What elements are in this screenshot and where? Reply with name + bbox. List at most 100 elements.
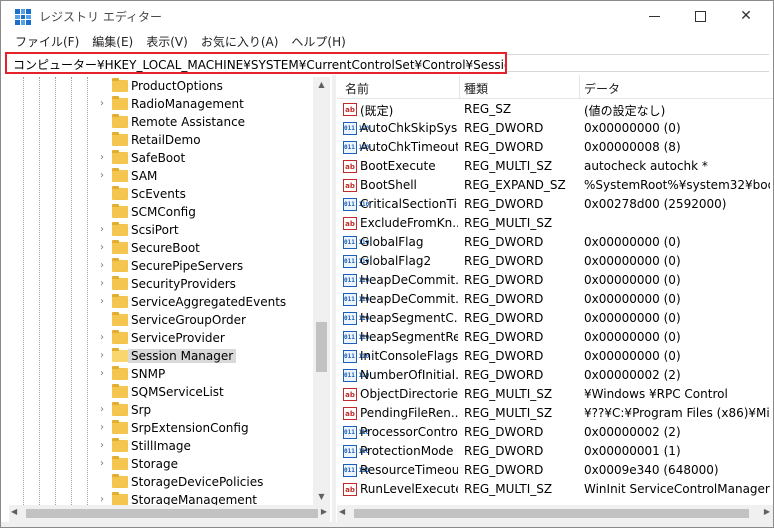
close-button[interactable]: ✕	[723, 1, 769, 31]
chevron-right-icon[interactable]: ›	[96, 278, 108, 290]
value-row[interactable]: 011 110ResourceTimeou... REG_DWORD 0x0009e…	[337, 461, 773, 480]
tree-item[interactable]: Remote Assistance	[9, 113, 329, 131]
tree-item[interactable]: › ServiceAggregatedEvents	[9, 293, 329, 311]
tree-item[interactable]: SCMConfig	[9, 203, 329, 221]
value-row[interactable]: ab BootShell REG_EXPAND_SZ %SystemRoot%¥sys…	[337, 176, 773, 195]
scroll-right-icon[interactable]: ▶	[764, 507, 770, 516]
chevron-right-icon[interactable]: ›	[96, 404, 108, 416]
tree-item[interactable]: StorageDevicePolicies	[9, 473, 329, 491]
scroll-left-icon[interactable]: ◀	[11, 507, 17, 516]
tree-horizontal-scrollbar[interactable]: ◀ ▶	[9, 505, 330, 522]
value-row[interactable]: 011 110 InitConsoleFlags REG_DWORD 0x000000…	[337, 347, 773, 366]
minimize-button[interactable]	[631, 1, 677, 31]
pane-splitter[interactable]	[332, 75, 336, 523]
address-bar-extension[interactable]	[507, 54, 769, 72]
value-row[interactable]: 011 110 AutoChkSkipSys... REG_DWORD 0x00000…	[337, 119, 773, 138]
chevron-right-icon[interactable]: ›	[96, 98, 108, 110]
chevron-right-icon[interactable]: ›	[96, 422, 108, 434]
tree-item[interactable]: › ScsiPort	[9, 221, 329, 239]
value-row[interactable]: ab ObjectDirectories REG_MULTI_SZ ¥Windows …	[337, 385, 773, 404]
chevron-right-icon[interactable]: ›	[96, 170, 108, 182]
chevron-right-icon[interactable]: ›	[96, 458, 108, 470]
value-row[interactable]: ab (既定) REG_SZ (値の設定なし)	[337, 100, 773, 119]
scroll-down-icon[interactable]: ▼	[313, 489, 330, 505]
chevron-right-icon[interactable]: ›	[96, 494, 108, 505]
address-bar[interactable]: コンピューター¥HKEY_LOCAL_MACHINE¥SYSTEM¥Curren…	[5, 52, 507, 74]
binary-value-icon: 011 110	[343, 236, 369, 249]
tree-item[interactable]: › Storage	[9, 455, 329, 473]
scroll-up-icon[interactable]: ▲	[313, 77, 330, 93]
value-type: REG_DWORD	[464, 140, 544, 154]
chevron-right-icon[interactable]: ›	[96, 242, 108, 254]
tree-item[interactable]: › SecurePipeServers	[9, 257, 329, 275]
value-row[interactable]: 011 110 AutoChkTimeout REG_DWORD 0x00000008…	[337, 138, 773, 157]
column-header-data[interactable]: データ	[584, 80, 620, 97]
menu-edit[interactable]: 編集(E)	[86, 31, 140, 51]
menu-view[interactable]: 表示(V)	[140, 31, 195, 51]
value-row[interactable]: ab RunLevelExecute REG_MULTI_SZ WinInit Ser…	[337, 480, 773, 499]
tree-vertical-scrollbar[interactable]: ▲ ▼	[313, 77, 330, 505]
tree-hscroll-thumb[interactable]	[26, 509, 318, 518]
value-row[interactable]: 011 110 CriticalSectionTi... REG_DWORD 0x00…	[337, 195, 773, 214]
value-row[interactable]: 011 110 GlobalFlag REG_DWORD 0x00000000 (0)	[337, 233, 773, 252]
chevron-right-icon[interactable]: ›	[96, 296, 108, 308]
key-tree-pane[interactable]: ProductOptions › RadioManagement Remote Ass…	[9, 77, 329, 505]
list-hscroll-thumb[interactable]	[354, 509, 749, 518]
chevron-right-icon[interactable]: ›	[96, 152, 108, 164]
value-row[interactable]: 011 110 GlobalFlag2 REG_DWORD 0x00000000 (0…	[337, 252, 773, 271]
value-type: REG_DWORD	[464, 121, 544, 135]
chevron-right-icon[interactable]: ›	[96, 332, 108, 344]
menu-help[interactable]: ヘルプ(H)	[285, 31, 352, 51]
tree-item[interactable]: › SNMP	[9, 365, 329, 383]
folder-icon	[112, 168, 128, 182]
tree-item[interactable]: › SecurityProviders	[9, 275, 329, 293]
tree-item[interactable]: › StillImage	[9, 437, 329, 455]
value-list-pane[interactable]: 名前 種類 データ ab (既定) REG_SZ (値の設定なし) 011 110 Aut…	[337, 75, 773, 505]
tree-item[interactable]: › RadioManagement	[9, 95, 329, 113]
tree-item[interactable]: › SrpExtensionConfig	[9, 419, 329, 437]
value-name: GlobalFlag2	[360, 254, 432, 268]
chevron-right-icon[interactable]: ›	[96, 440, 108, 452]
menu-file[interactable]: ファイル(F)	[9, 31, 86, 51]
scroll-right-icon[interactable]: ▶	[321, 507, 327, 516]
chevron-right-icon[interactable]: ›	[96, 350, 108, 362]
scroll-left-icon[interactable]: ◀	[339, 507, 345, 516]
maximize-icon	[694, 10, 706, 22]
menu-favorites[interactable]: お気に入り(A)	[195, 31, 286, 51]
tree-item-label: Srp	[131, 403, 152, 417]
tree-item[interactable]: RetailDemo	[9, 131, 329, 149]
tree-scroll-thumb[interactable]	[316, 322, 327, 372]
tree-item[interactable]: ScEvents	[9, 185, 329, 203]
tree-item[interactable]: › Session Manager	[9, 347, 329, 365]
value-row[interactable]: 011 110 HeapSegmentC... REG_DWORD 0x0000000…	[337, 309, 773, 328]
value-type: REG_DWORD	[464, 254, 544, 268]
value-row[interactable]: ab BootExecute REG_MULTI_SZ autocheck autoc…	[337, 157, 773, 176]
tree-item[interactable]: › SecureBoot	[9, 239, 329, 257]
value-row[interactable]: 011 110 ProtectionMode REG_DWORD 0x00000001…	[337, 442, 773, 461]
chevron-right-icon[interactable]: ›	[96, 224, 108, 236]
value-row[interactable]: 011 110 HeapDeCommit... REG_DWORD 0x0000000…	[337, 290, 773, 309]
tree-item[interactable]: › SAM	[9, 167, 329, 185]
value-row[interactable]: 011 110 ProcessorControl REG_DWORD 0x000000…	[337, 423, 773, 442]
value-row[interactable]: ab ExcludeFromKn... REG_MULTI_SZ	[337, 214, 773, 233]
value-row[interactable]: ab PendingFileRen... REG_MULTI_SZ ¥??¥C:¥Pr…	[337, 404, 773, 423]
tree-item[interactable]: › SafeBoot	[9, 149, 329, 167]
tree-item[interactable]: › ServiceProvider	[9, 329, 329, 347]
column-header-type[interactable]: 種類	[464, 80, 488, 97]
value-row[interactable]: 011 110 HeapDeCommit... REG_DWORD 0x0000000…	[337, 271, 773, 290]
folder-icon	[112, 384, 128, 398]
chevron-right-icon[interactable]: ›	[96, 368, 108, 380]
folder-icon	[112, 474, 128, 488]
tree-item[interactable]: ProductOptions	[9, 77, 329, 95]
tree-item[interactable]: SQMServiceList	[9, 383, 329, 401]
tree-item[interactable]: › Srp	[9, 401, 329, 419]
maximize-button[interactable]	[677, 1, 723, 31]
folder-icon	[112, 294, 128, 308]
list-horizontal-scrollbar[interactable]: ◀ ▶	[337, 505, 773, 522]
tree-item[interactable]: ServiceGroupOrder	[9, 311, 329, 329]
tree-item[interactable]: › StorageManagement	[9, 491, 329, 505]
value-row[interactable]: 011 110HeapSegmentRe... REG_DWORD 0x000000…	[337, 328, 773, 347]
column-header-name[interactable]: 名前	[345, 80, 369, 97]
value-row[interactable]: 011 110 NumberOfInitial... REG_DWORD 0x0000…	[337, 366, 773, 385]
chevron-right-icon[interactable]: ›	[96, 260, 108, 272]
